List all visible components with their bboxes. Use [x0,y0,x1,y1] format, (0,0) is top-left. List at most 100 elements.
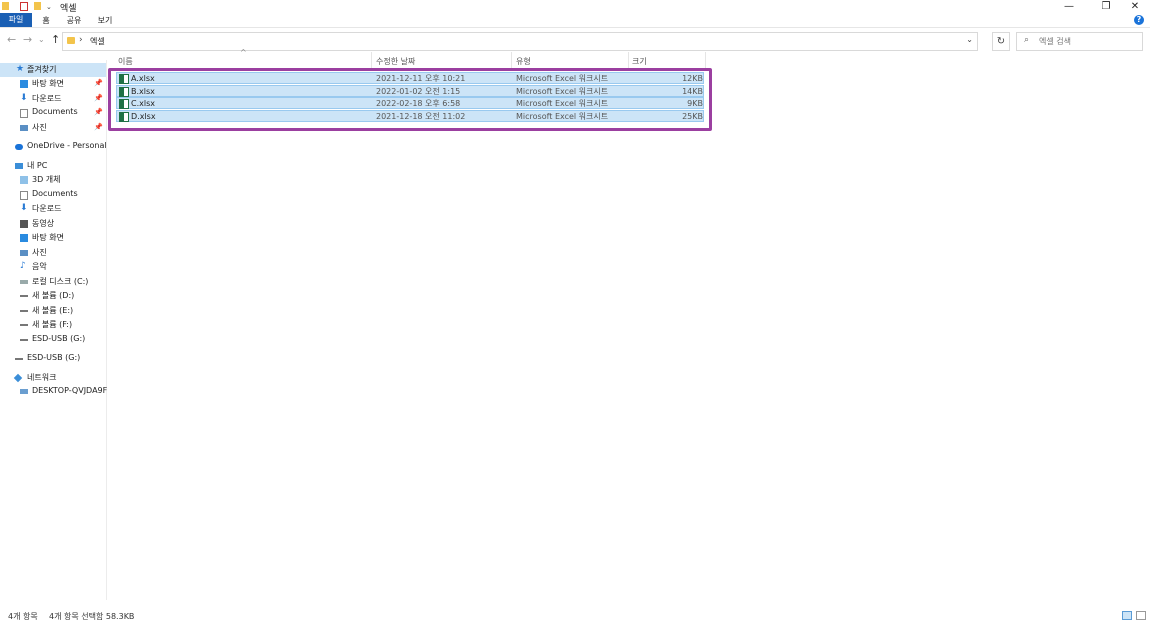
nav-music[interactable]: ♪ 음악 [0,260,106,274]
navigation-pane: ★ 즐겨찾기 바탕 화면 📌 ⬇ 다운로드 📌 Documents 📌 사진 📌… [0,60,107,600]
column-modified[interactable]: 수정한 날짜 [376,56,415,67]
file-row[interactable]: B.xlsx 2022-01-02 오전 1:15 Microsoft Exce… [116,85,704,97]
nav-downloads[interactable]: ⬇ 다운로드 [0,202,106,216]
nav-label: 바탕 화면 [32,233,64,242]
nav-label: ESD-USB (G:) [27,353,81,362]
column-size[interactable]: 크기 [632,56,647,67]
pictures-icon [20,125,28,131]
nav-label: 다운로드 [32,204,62,213]
nav-pictures-pinned[interactable]: 사진 📌 [0,121,106,135]
up-button[interactable]: ↑ [51,33,60,46]
nav-drive-e[interactable]: 새 볼륨 (E:) [0,304,106,318]
address-bar[interactable]: › 엑셀 ⌄ [62,32,978,51]
nav-usb[interactable]: ESD-USB (G:) [0,352,106,366]
nav-label: 네트워크 [27,373,57,382]
tab-home[interactable]: 홈 [38,14,54,27]
file-name: B.xlsx [131,87,155,96]
nav-label: OneDrive - Personal [27,141,107,150]
download-icon: ⬇ [20,203,28,213]
usb-drive-icon [15,358,23,360]
column-divider[interactable] [628,52,629,68]
nav-label: 사진 [32,123,47,132]
column-divider[interactable] [371,52,372,68]
details-view-icon[interactable] [1122,611,1132,620]
search-box[interactable]: ⌕ [1016,32,1143,51]
file-row[interactable]: A.xlsx 2021-12-11 오후 10:21 Microsoft Exc… [116,72,704,84]
cloud-icon [15,144,23,150]
nav-drive-d[interactable]: 새 볼륨 (D:) [0,289,106,303]
column-divider[interactable] [511,52,512,68]
nav-label: 3D 개체 [32,175,61,184]
download-icon: ⬇ [20,93,28,103]
refresh-button[interactable]: ↻ [992,32,1010,51]
folder-icon [67,37,75,44]
quick-access-dropdown-icon[interactable]: ⌄ [46,3,54,11]
nav-drive-f[interactable]: 새 볼륨 (F:) [0,318,106,332]
tab-file[interactable]: 파일 [0,13,32,27]
file-row[interactable]: D.xlsx 2021-12-18 오전 11:02 Microsoft Exc… [116,110,704,122]
pin-icon: 📌 [94,79,103,87]
music-icon: ♪ [20,261,26,271]
file-name: A.xlsx [131,74,155,83]
nav-network-computer[interactable]: DESKTOP-QVJDA9F [0,385,108,399]
nav-pictures[interactable]: 사진 [0,246,106,260]
file-row[interactable]: C.xlsx 2022-02-18 오후 6:58 Microsoft Exce… [116,97,704,109]
excel-file-icon [119,99,129,109]
file-name: D.xlsx [131,112,156,121]
breadcrumb-separator[interactable]: › [79,35,83,45]
nav-label: DESKTOP-QVJDA9F [32,386,108,395]
search-input[interactable] [1039,34,1134,48]
breadcrumb[interactable]: 엑셀 [90,36,105,47]
file-modified: 2021-12-18 오전 11:02 [376,112,466,121]
minimize-button[interactable]: — [1056,0,1082,13]
nav-3d-objects[interactable]: 3D 개체 [0,173,106,187]
drive-icon [20,280,28,284]
column-type[interactable]: 유형 [516,56,531,67]
nav-videos[interactable]: 동영상 [0,217,106,231]
nav-documents-pinned[interactable]: Documents 📌 [0,106,106,120]
nav-onedrive[interactable]: OneDrive - Personal [0,140,107,154]
file-modified: 2022-02-18 오후 6:58 [376,99,461,108]
forward-button[interactable]: → [23,33,32,46]
sort-ascending-icon: ^ [240,48,247,57]
tab-share[interactable]: 공유 [64,14,84,27]
column-divider[interactable] [705,52,706,68]
large-icons-view-icon[interactable] [1136,611,1146,620]
nav-desktop-pinned[interactable]: 바탕 화면 📌 [0,77,106,91]
restore-button[interactable]: ❐ [1093,0,1119,13]
nav-network[interactable]: 네트워크 [0,371,106,385]
new-folder-icon[interactable] [34,2,41,10]
recent-locations-icon[interactable]: ⌄ [38,35,45,44]
nav-label: 즐겨찾기 [27,65,57,74]
nav-downloads-pinned[interactable]: ⬇ 다운로드 📌 [0,92,106,106]
nav-label: 새 볼륨 (E:) [32,306,74,315]
file-type: Microsoft Excel 워크시트 [516,74,609,83]
back-button[interactable]: ← [7,33,16,46]
nav-label: 다운로드 [32,94,62,103]
excel-file-icon [119,112,129,122]
nav-this-pc[interactable]: 내 PC [0,159,106,173]
star-icon: ★ [16,64,25,74]
title-bar: ⌄ 엑셀 — ❐ ✕ [0,0,1150,14]
nav-label: 로컬 디스크 (C:) [32,277,89,286]
nav-documents[interactable]: Documents [0,188,106,202]
file-type: Microsoft Excel 워크시트 [516,87,609,96]
ribbon-tabs: 파일 홈 공유 보기 ? [0,13,1150,28]
nav-drive-c[interactable]: 로컬 디스크 (C:) [0,275,106,289]
nav-quick-access[interactable]: ★ 즐겨찾기 [0,63,106,77]
file-size: 14KB [682,87,703,96]
nav-desktop[interactable]: 바탕 화면 [0,231,106,245]
column-name[interactable]: 이름 [118,56,133,67]
computer-icon [15,163,23,169]
search-icon: ⌕ [1024,35,1030,45]
properties-icon[interactable] [20,2,28,11]
chevron-down-icon[interactable]: ⌄ [966,35,973,44]
close-button[interactable]: ✕ [1122,0,1148,13]
video-icon [20,220,28,228]
nav-label: Documents [32,189,78,198]
help-icon[interactable]: ? [1134,15,1144,25]
tab-view[interactable]: 보기 [95,14,115,27]
file-type: Microsoft Excel 워크시트 [516,99,609,108]
drive-icon [20,295,28,297]
nav-drive-g[interactable]: ESD-USB (G:) [0,333,106,347]
